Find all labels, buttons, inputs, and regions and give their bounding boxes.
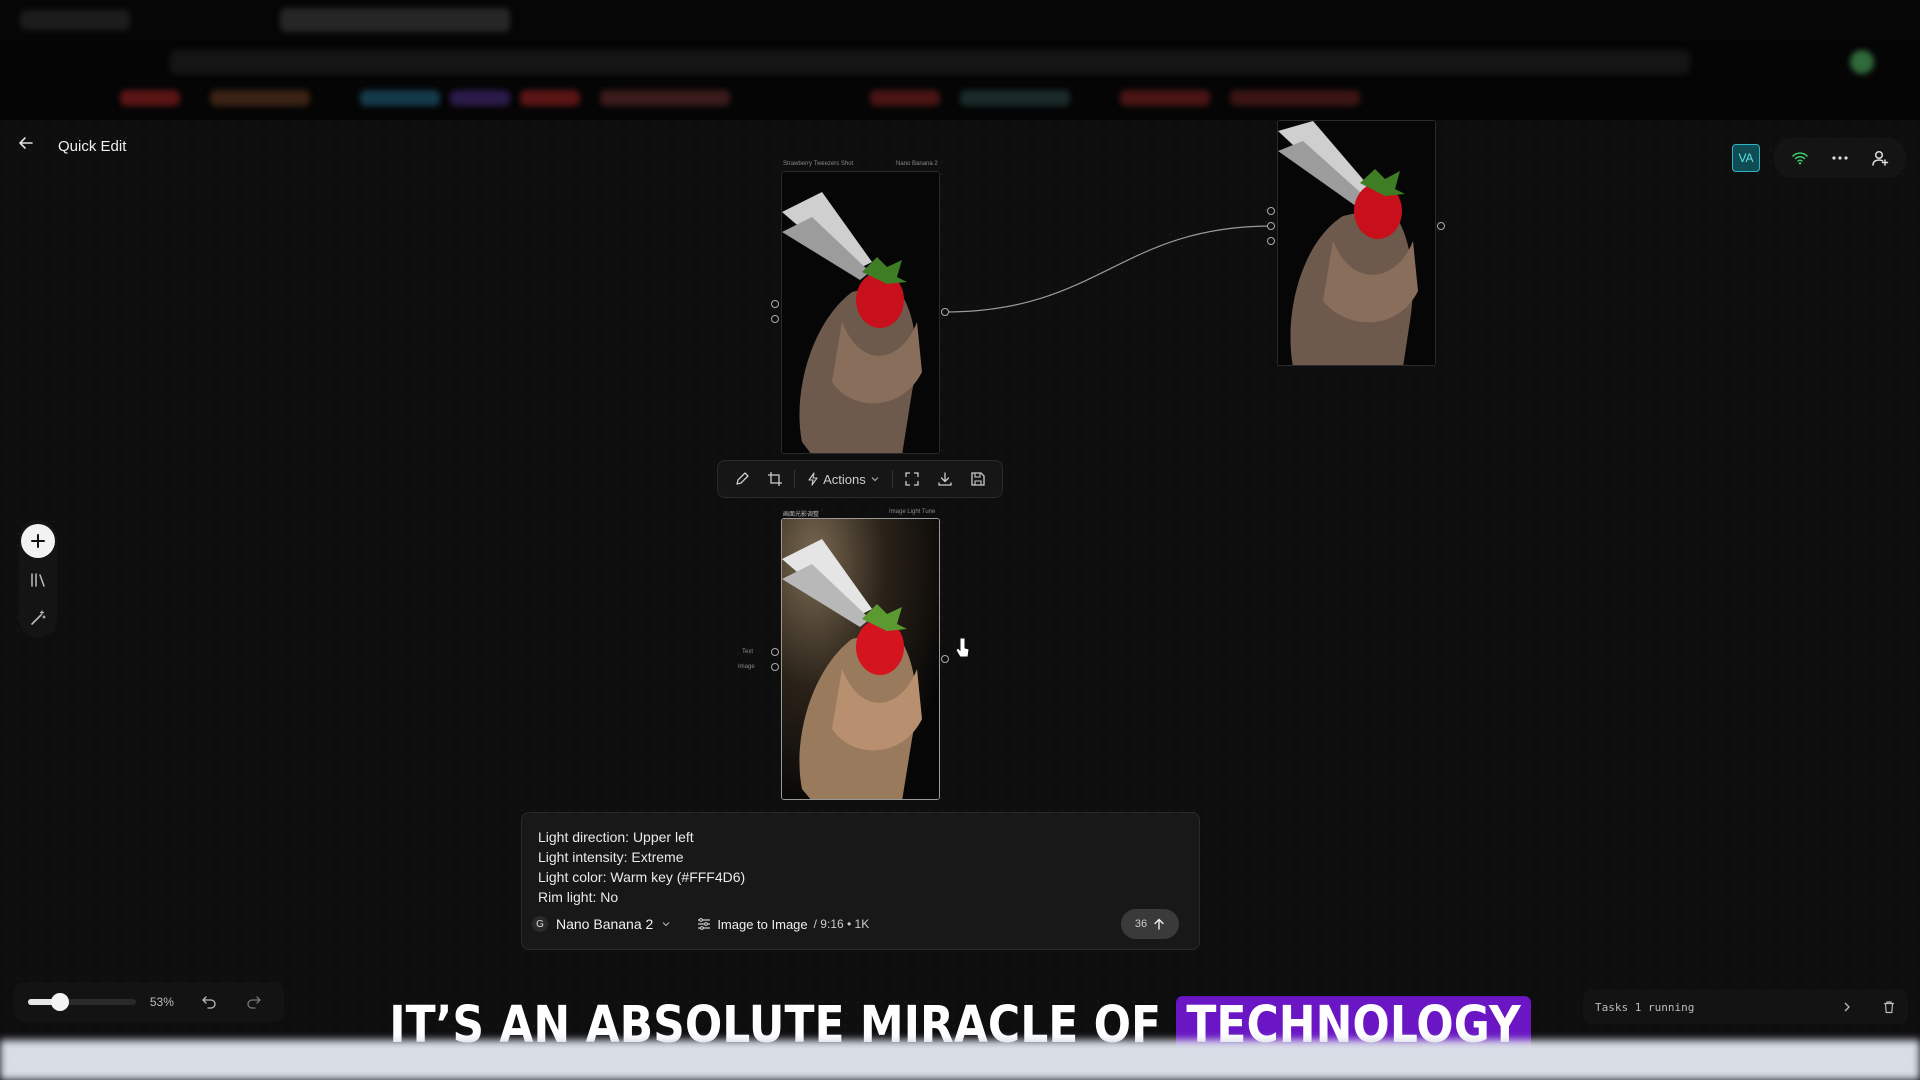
prompt-line[interactable]: Light color: Warm key (#FFF4D6) <box>538 867 1183 887</box>
fullscreen-icon[interactable] <box>899 465 926 493</box>
mode-selector[interactable]: Image to Image / 9:16 • 1K <box>697 917 869 932</box>
input-port[interactable] <box>771 648 779 656</box>
input-port[interactable] <box>1267 237 1275 245</box>
prompt-line[interactable]: Rim light: No <box>538 887 1183 907</box>
prompt-line[interactable]: Light direction: Upper left <box>538 827 1183 847</box>
edited-image <box>781 518 940 800</box>
node-header-title: Strawberry Tweezers Shot <box>783 161 854 167</box>
output-port[interactable] <box>941 308 949 316</box>
edit-pencil-icon[interactable] <box>728 465 755 493</box>
download-icon[interactable] <box>932 465 959 493</box>
node-header-title: 画面光影调整 <box>783 512 820 518</box>
toolbar-divider <box>794 470 796 488</box>
actions-dropdown[interactable]: Actions <box>801 472 886 487</box>
crop-icon[interactable] <box>761 465 788 493</box>
prompt-editor[interactable]: Light direction: Upper left Light intens… <box>521 812 1200 950</box>
model-selector[interactable]: G Nano Banana 2 <box>532 916 671 932</box>
source-image <box>781 171 940 454</box>
input-port[interactable] <box>771 663 779 671</box>
sliders-icon <box>698 918 711 930</box>
chevron-down-icon <box>662 922 670 927</box>
mouse-cursor <box>955 637 971 659</box>
input-port[interactable] <box>771 315 779 323</box>
mode-label: Image to Image <box>717 916 808 932</box>
input-port[interactable] <box>1267 222 1275 230</box>
prompt-footer: G Nano Banana 2 Image to Image / 9:16 • … <box>532 909 1189 939</box>
prompt-line[interactable]: Light intensity: Extreme <box>538 847 1183 867</box>
chevron-down-icon <box>871 477 879 482</box>
input-port[interactable] <box>771 300 779 308</box>
toolbar-divider <box>891 470 893 488</box>
output-port[interactable] <box>1437 222 1445 230</box>
output-image <box>1277 120 1436 366</box>
node-header-model: Nano Banana 2 <box>896 161 938 167</box>
lightning-icon <box>808 472 818 486</box>
google-icon: G <box>532 916 548 932</box>
node-header-model: Image Light Tune <box>889 509 936 515</box>
mode-meta: / 9:16 • 1K <box>813 917 870 931</box>
output-port[interactable] <box>941 655 949 663</box>
arrow-up-icon <box>1154 918 1164 930</box>
actions-label: Actions <box>823 471 866 487</box>
generate-button[interactable]: 36 <box>1121 909 1179 939</box>
input-text-label: Text <box>742 649 754 655</box>
model-name: Nano Banana 2 <box>556 916 654 932</box>
input-port[interactable] <box>1267 207 1275 215</box>
save-icon[interactable] <box>965 465 992 493</box>
input-image-label: Image <box>738 664 755 670</box>
os-taskbar <box>0 1040 1920 1080</box>
credit-cost: 36 <box>1134 918 1148 930</box>
node-toolbar: Actions <box>717 460 1003 498</box>
